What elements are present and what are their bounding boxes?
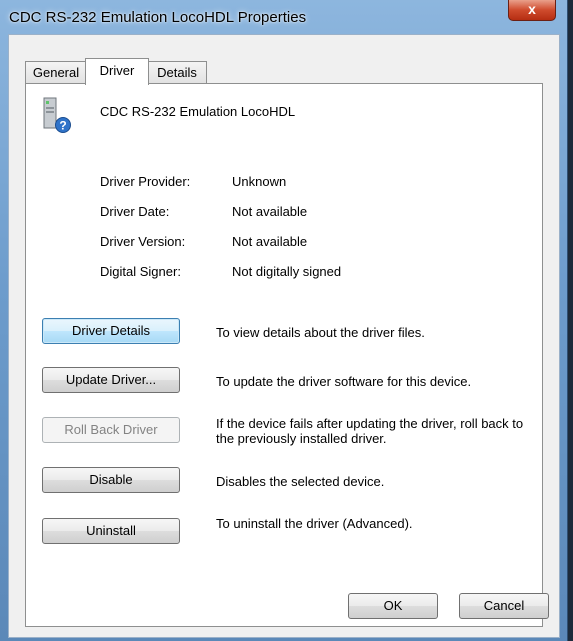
- close-button[interactable]: x: [508, 0, 556, 21]
- serial-device-unknown-icon: ?: [43, 97, 71, 133]
- tab-general[interactable]: General: [25, 61, 87, 84]
- driver-provider-label: Driver Provider:: [100, 174, 191, 189]
- update-driver-button-label: Update Driver...: [65, 372, 157, 387]
- digital-signer-value: Not digitally signed: [232, 264, 342, 279]
- digital-signer-label: Digital Signer:: [100, 264, 181, 279]
- window-title: CDC RS-232 Emulation LocoHDL Properties: [9, 9, 307, 26]
- title-bar[interactable]: CDC RS-232 Emulation LocoHDL Properties …: [0, 0, 567, 34]
- cancel-button-label: Cancel: [483, 598, 525, 613]
- driver-date-value: Not available: [232, 204, 308, 219]
- uninstall-button[interactable]: Uninstall: [42, 518, 180, 544]
- driver-date-label: Driver Date:: [100, 204, 170, 219]
- update-driver-button[interactable]: Update Driver...: [42, 367, 180, 393]
- driver-details-description: To view details about the driver files.: [216, 325, 425, 340]
- cancel-button[interactable]: Cancel: [459, 593, 549, 619]
- disable-description: Disables the selected device.: [216, 474, 385, 489]
- tab-details-label: Details: [157, 65, 197, 80]
- tab-driver-label: Driver: [99, 63, 135, 78]
- roll-back-driver-button[interactable]: Roll Back Driver: [42, 417, 180, 443]
- tab-driver[interactable]: Driver: [85, 58, 149, 85]
- uninstall-button-label: Uninstall: [86, 523, 136, 538]
- dialog-client: General Driver Details ? CDC RS-232 Emul…: [8, 34, 560, 638]
- svg-text:?: ?: [59, 119, 66, 133]
- properties-window: CDC RS-232 Emulation LocoHDL Properties …: [0, 0, 568, 641]
- driver-version-label: Driver Version:: [100, 234, 186, 249]
- disable-button-label: Disable: [89, 472, 133, 487]
- device-name: CDC RS-232 Emulation LocoHDL: [100, 104, 296, 119]
- close-icon: x: [528, 1, 536, 17]
- driver-provider-value: Unknown: [232, 174, 287, 189]
- uninstall-description: To uninstall the driver (Advanced).: [216, 516, 413, 531]
- roll-back-driver-description: If the device fails after updating the d…: [216, 416, 524, 446]
- update-driver-description: To update the driver software for this d…: [216, 374, 472, 389]
- disable-button[interactable]: Disable: [42, 467, 180, 493]
- driver-version-value: Not available: [232, 234, 308, 249]
- ok-button[interactable]: OK: [348, 593, 438, 619]
- tab-general-label: General: [32, 65, 80, 80]
- driver-details-button[interactable]: Driver Details: [42, 318, 180, 344]
- driver-tab-panel: ? CDC RS-232 Emulation LocoHDL Driver Pr…: [25, 83, 543, 627]
- roll-back-driver-button-label: Roll Back Driver: [64, 422, 158, 437]
- tab-details[interactable]: Details: [147, 61, 207, 84]
- driver-details-button-label: Driver Details: [71, 323, 150, 338]
- ok-button-label: OK: [383, 598, 403, 613]
